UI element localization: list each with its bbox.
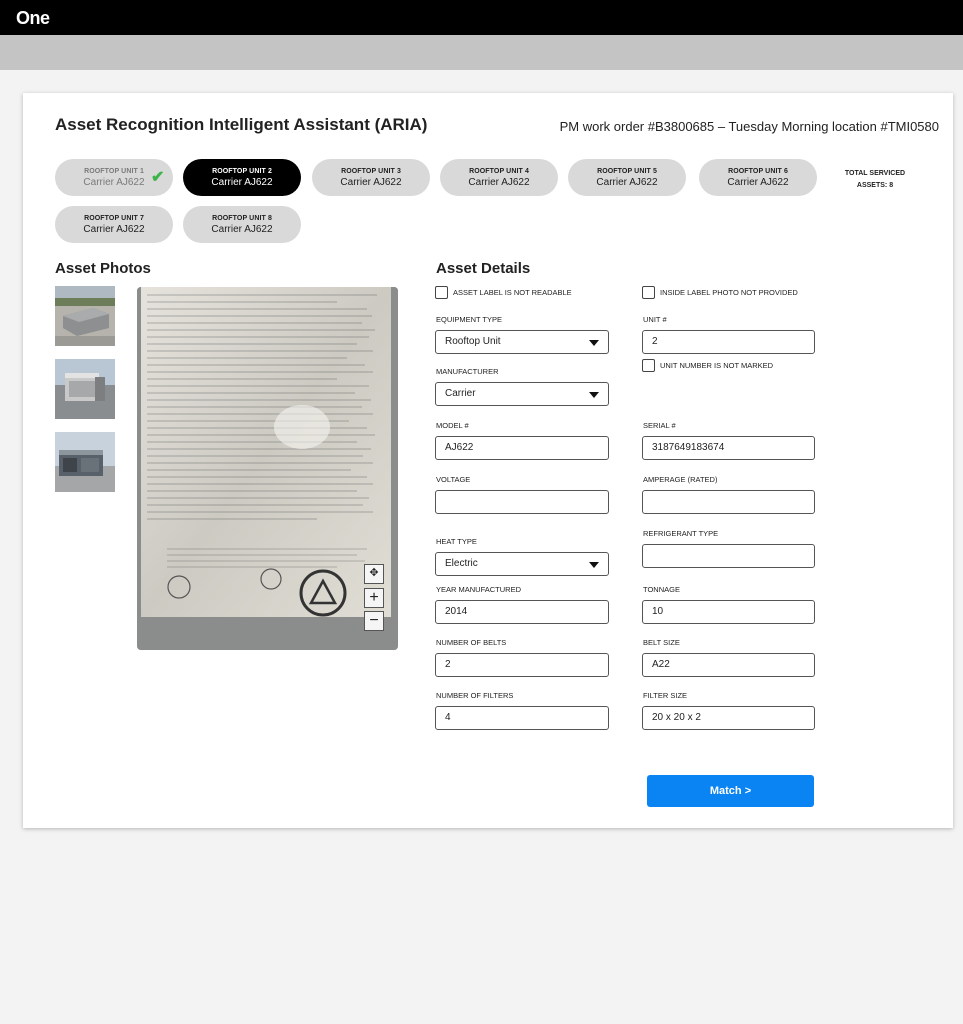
asset-photo-thumbnail[interactable] (55, 432, 115, 492)
unit-tab-name: ROOFTOP UNIT 2 (212, 168, 272, 175)
checkbox-label: ASSET LABEL IS NOT READABLE (453, 288, 572, 297)
equipment-type-select[interactable]: Rooftop Unit (435, 330, 609, 354)
checkbox-label: INSIDE LABEL PHOTO NOT PROVIDED (660, 288, 798, 297)
aria-panel: Asset Recognition Intelligent Assistant … (23, 93, 953, 828)
page-title: Asset Recognition Intelligent Assistant … (55, 115, 428, 134)
check-icon: ✔ (151, 169, 165, 186)
belts-input[interactable]: 2 (435, 653, 609, 677)
unit-tab-4[interactable]: ROOFTOP UNIT 4 Carrier AJ622 (440, 159, 558, 196)
unit-tab-name: ROOFTOP UNIT 8 (212, 215, 272, 222)
manufacturer-value: Carrier (445, 388, 476, 399)
serial-label: SERIAL # (643, 421, 676, 430)
asset-photo-thumbnail[interactable] (55, 359, 115, 419)
unit-tab-name: ROOFTOP UNIT 3 (341, 168, 401, 175)
unit-tab-8[interactable]: ROOFTOP UNIT 8 Carrier AJ622 (183, 206, 301, 243)
unit-tab-name: ROOFTOP UNIT 5 (597, 168, 657, 175)
unit-tab-model: Carrier AJ622 (596, 177, 658, 188)
unit-tab-name: ROOFTOP UNIT 6 (728, 168, 788, 175)
data-plate-image (137, 287, 398, 650)
unit-tab-6[interactable]: ROOFTOP UNIT 6 Carrier AJ622 (699, 159, 817, 196)
serial-input[interactable]: 3187649183674 (642, 436, 815, 460)
asset-photo-thumbnail[interactable] (55, 286, 115, 346)
heat-type-value: Electric (445, 558, 478, 569)
unit-number-label: UNIT # (643, 315, 667, 324)
year-label: YEAR MANUFACTURED (436, 585, 522, 594)
amperage-input[interactable] (642, 490, 815, 514)
unit-tab-2[interactable]: ROOFTOP UNIT 2 Carrier AJ622 (183, 159, 301, 196)
equipment-type-value: Rooftop Unit (445, 336, 501, 347)
tonnage-label: TONNAGE (643, 585, 680, 594)
heat-type-select[interactable]: Electric (435, 552, 609, 576)
chevron-down-icon (589, 562, 599, 568)
unit-tab-model: Carrier AJ622 (468, 177, 530, 188)
filter-size-input[interactable]: 20 x 20 x 2 (642, 706, 815, 730)
unit-tab-7[interactable]: ROOFTOP UNIT 7 Carrier AJ622 (55, 206, 173, 243)
asset-label-photo[interactable]: ✥ + − (137, 287, 398, 650)
manufacturer-select[interactable]: Carrier (435, 382, 609, 406)
filters-input[interactable]: 4 (435, 706, 609, 730)
model-label: MODEL # (436, 421, 469, 430)
voltage-input[interactable] (435, 490, 609, 514)
asset-details-title: Asset Details (436, 260, 531, 277)
refrigerant-input[interactable] (642, 544, 815, 568)
unit-tab-3[interactable]: ROOFTOP UNIT 3 Carrier AJ622 (312, 159, 430, 196)
unit-tab-model: Carrier AJ622 (727, 177, 789, 188)
amperage-label: AMPERAGE (RATED) (643, 475, 718, 484)
manufacturer-label: MANUFACTURER (436, 367, 499, 376)
top-nav-bar: One (0, 0, 963, 35)
unit-tab-model: Carrier AJ622 (211, 224, 273, 235)
match-button[interactable]: Match > (647, 775, 814, 807)
filter-size-label: FILTER SIZE (643, 691, 688, 700)
chevron-down-icon (589, 340, 599, 346)
voltage-label: VOLTAGE (436, 475, 471, 484)
unit-number-input[interactable]: 2 (642, 330, 815, 354)
unit-tab-model: Carrier AJ622 (340, 177, 402, 188)
belt-size-input[interactable]: A22 (642, 653, 815, 677)
refrigerant-label: REFRIGERANT TYPE (643, 529, 719, 538)
asset-photos-title: Asset Photos (55, 260, 151, 277)
checkbox-box[interactable] (642, 359, 655, 372)
total-serviced-assets: TOTAL SERVICED ASSETS: 8 (844, 170, 906, 189)
chevron-down-icon (589, 392, 599, 398)
move-icon[interactable]: ✥ (364, 564, 384, 584)
unit-tab-5[interactable]: ROOFTOP UNIT 5 Carrier AJ622 (568, 159, 686, 196)
secondary-bar (0, 35, 963, 70)
checkbox-box[interactable] (642, 286, 655, 299)
inside-label-not-provided-checkbox[interactable]: INSIDE LABEL PHOTO NOT PROVIDED (642, 286, 798, 299)
heat-type-label: HEAT TYPE (436, 537, 477, 546)
zoom-in-icon[interactable]: + (364, 588, 384, 608)
checkbox-box[interactable] (435, 286, 448, 299)
unit-tab-model: Carrier AJ622 (211, 177, 273, 188)
checkbox-label: UNIT NUMBER IS NOT MARKED (660, 361, 774, 370)
app-logo[interactable]: One (16, 8, 50, 29)
zoom-out-icon[interactable]: − (364, 611, 384, 631)
filters-label: NUMBER OF FILTERS (436, 691, 514, 700)
unit-tab-name: ROOFTOP UNIT 7 (84, 215, 144, 222)
equipment-type-label: EQUIPMENT TYPE (436, 315, 502, 324)
tonnage-input[interactable]: 10 (642, 600, 815, 624)
unit-not-marked-checkbox[interactable]: UNIT NUMBER IS NOT MARKED (642, 359, 773, 372)
unit-tab-name: ROOFTOP UNIT 4 (469, 168, 529, 175)
work-order-info: PM work order #B3800685 – Tuesday Mornin… (559, 119, 939, 134)
belts-label: NUMBER OF BELTS (436, 638, 507, 647)
unit-tab-model: Carrier AJ622 (83, 224, 145, 235)
year-input[interactable]: 2014 (435, 600, 609, 624)
label-not-readable-checkbox[interactable]: ASSET LABEL IS NOT READABLE (435, 286, 572, 299)
belt-size-label: BELT SIZE (643, 638, 680, 647)
unit-tab-1[interactable]: ROOFTOP UNIT 1 Carrier AJ622 ✔ (55, 159, 173, 196)
model-input[interactable]: AJ622 (435, 436, 609, 460)
